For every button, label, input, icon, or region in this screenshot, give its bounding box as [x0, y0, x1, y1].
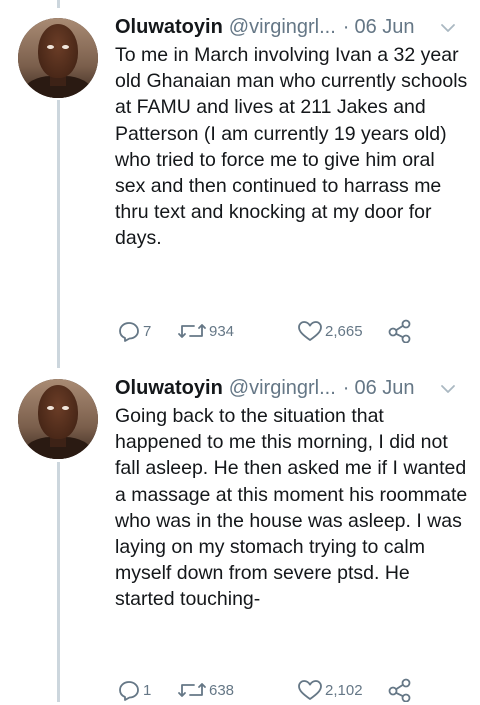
like-icon [298, 680, 322, 700]
tweet-text: To me in March involving Ivan a 32 year … [115, 44, 468, 250]
retweet-button[interactable]: 934 [177, 319, 234, 343]
user-handle[interactable]: @virgingrl... [229, 375, 336, 401]
reply-icon [119, 322, 139, 342]
tweet-header: Oluwatoyin @virgingrl... · 06 Jun [115, 14, 415, 44]
reply-count: 1 [143, 681, 152, 699]
tweet-actions: 7 934 2,665 [115, 319, 435, 343]
avatar[interactable] [18, 18, 98, 98]
like-count: 2,102 [325, 681, 363, 699]
tweet-date[interactable]: 06 Jun [354, 375, 414, 401]
like-button[interactable]: 2,102 [297, 678, 363, 702]
retweet-count: 934 [209, 322, 235, 340]
reply-icon [119, 681, 139, 701]
thread-line [57, 0, 60, 8]
reply-button[interactable]: 7 [117, 319, 151, 343]
tweet-text: Going back to the situation that happene… [115, 405, 468, 611]
share-icon [388, 678, 411, 702]
separator: · [342, 377, 350, 399]
retweet-count: 638 [209, 681, 235, 699]
like-button[interactable]: 2,665 [297, 319, 363, 343]
chevron-down-icon[interactable] [440, 381, 456, 397]
like-count: 2,665 [325, 322, 363, 340]
share-button[interactable] [387, 678, 413, 702]
chevron-down-icon[interactable] [440, 20, 456, 36]
share-icon [388, 319, 411, 343]
avatar[interactable] [18, 379, 98, 459]
reply-button[interactable]: 1 [117, 678, 151, 702]
like-icon [298, 321, 322, 341]
share-button[interactable] [387, 319, 413, 343]
tweet-actions: 1 638 2,102 [115, 678, 435, 702]
display-name[interactable]: Oluwatoyin [115, 375, 223, 401]
display-name[interactable]: Oluwatoyin [115, 14, 223, 40]
tweet[interactable]: Oluwatoyin @virgingrl... · 06 Jun Going … [0, 375, 480, 705]
retweet-button[interactable]: 638 [177, 678, 234, 702]
separator: · [342, 16, 350, 38]
tweet[interactable]: Oluwatoyin @virgingrl... · 06 Jun To me … [0, 14, 480, 354]
tweet-header: Oluwatoyin @virgingrl... · 06 Jun [115, 375, 415, 405]
user-handle[interactable]: @virgingrl... [229, 14, 336, 40]
retweet-icon [178, 683, 206, 697]
reply-count: 7 [143, 322, 152, 340]
retweet-icon [178, 324, 206, 338]
tweet-date[interactable]: 06 Jun [354, 14, 414, 40]
